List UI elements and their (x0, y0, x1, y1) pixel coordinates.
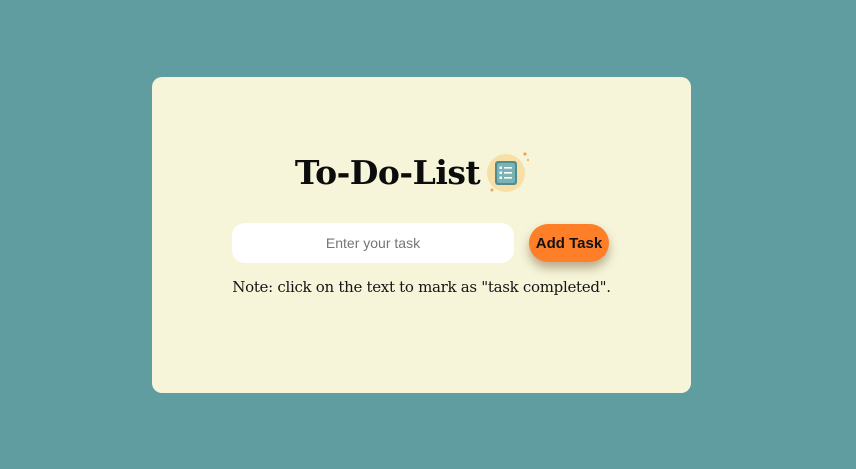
checklist-icon (487, 152, 530, 192)
page-title: To-Do-List (294, 152, 481, 192)
add-task-button[interactable]: Add Task (529, 224, 609, 262)
add-task-form: Add Task (232, 222, 612, 264)
note-text: Note: click on the text to mark as "task… (232, 278, 611, 296)
task-input[interactable] (232, 223, 514, 263)
todo-card: To-Do-List Add Task Note: click on the t… (152, 77, 691, 393)
title-row: To-Do-List (152, 147, 691, 197)
